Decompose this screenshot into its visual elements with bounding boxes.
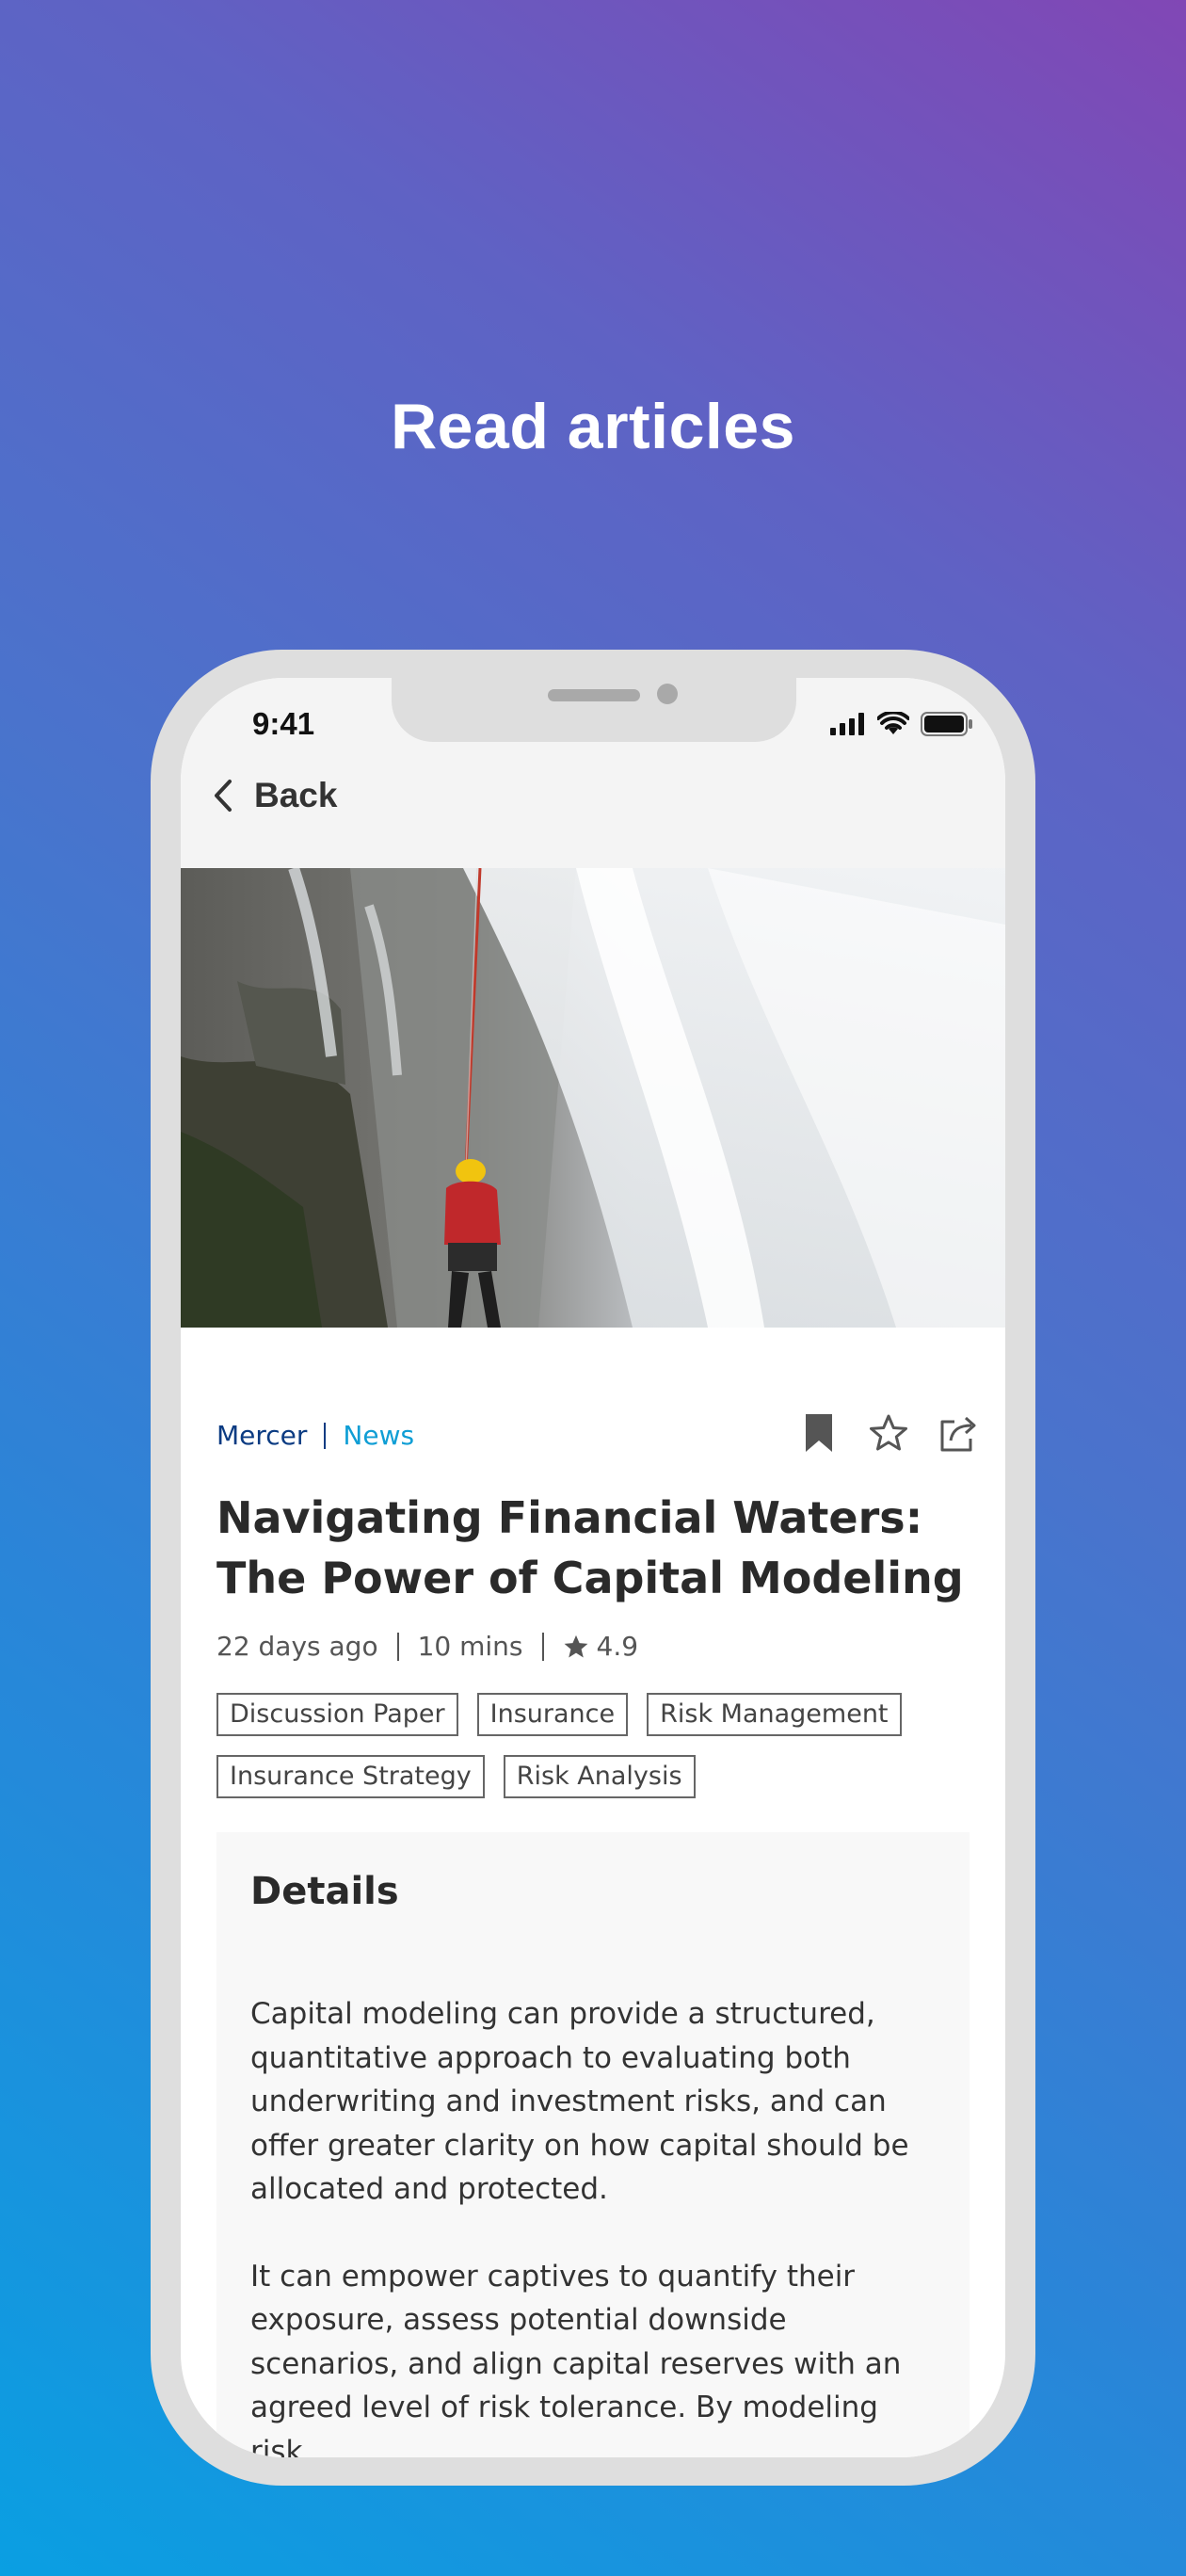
- details-paragraph: It can empower captives to quantify thei…: [250, 2259, 902, 2458]
- article-source: Mercer News: [216, 1420, 414, 1451]
- tag-chip[interactable]: Insurance Strategy: [216, 1755, 485, 1798]
- details-section: Details Capital modeling can provide a s…: [216, 1832, 970, 2457]
- phone-notch: [392, 678, 796, 742]
- front-camera: [657, 684, 678, 704]
- status-time: 9:41: [252, 706, 315, 741]
- article-category[interactable]: News: [343, 1420, 414, 1451]
- speaker: [548, 689, 640, 701]
- phone-frame: 9:41 Back Mercer News Navigating Financi…: [151, 650, 1035, 2486]
- share-button[interactable]: [938, 1412, 979, 1454]
- share-icon: [940, 1416, 976, 1452]
- phone-screen: 9:41 Back Mercer News Navigating Financi…: [181, 678, 1005, 2457]
- favorite-button[interactable]: [868, 1412, 909, 1454]
- bookmark-icon: [806, 1414, 832, 1452]
- info-divider: [396, 1632, 399, 1661]
- article-hero-image: [181, 868, 1005, 1328]
- article-info-row: 22 days ago 10 mins 4.9: [216, 1631, 638, 1662]
- article-read-time: 10 mins: [417, 1631, 523, 1662]
- tag-chip[interactable]: Risk Analysis: [503, 1755, 696, 1798]
- bookmark-button[interactable]: [798, 1412, 840, 1454]
- tag-chip[interactable]: Risk Management: [647, 1693, 902, 1736]
- tag-chip[interactable]: Insurance: [476, 1693, 629, 1736]
- back-button[interactable]: Back: [213, 776, 337, 815]
- source-divider: [324, 1422, 327, 1449]
- article-age: 22 days ago: [216, 1631, 378, 1662]
- wifi-icon: [877, 712, 909, 734]
- source-name[interactable]: Mercer: [216, 1420, 307, 1451]
- status-icons: [830, 712, 973, 736]
- battery-icon: [921, 712, 972, 736]
- details-heading: Details: [250, 1870, 399, 1913]
- article-meta-row: Mercer News: [216, 1412, 979, 1459]
- promo-headline: Read articles: [391, 391, 795, 462]
- status-and-nav-area: 9:41 Back: [181, 678, 1005, 868]
- article-rating: 4.9: [596, 1631, 639, 1662]
- chevron-left-icon: [215, 780, 232, 812]
- star-filled-icon: [564, 1634, 587, 1657]
- star-outline-icon: [870, 1414, 907, 1451]
- info-divider: [541, 1632, 544, 1661]
- details-paragraph: Capital modeling can provide a structure…: [250, 1997, 909, 2206]
- tag-list: Discussion Paper Insurance Risk Manageme…: [216, 1693, 979, 1798]
- article-actions: [798, 1412, 979, 1454]
- back-label: Back: [254, 776, 338, 814]
- tag-chip[interactable]: Discussion Paper: [216, 1693, 458, 1736]
- cellular-signal-icon: [830, 713, 864, 735]
- article-title: Navigating Financial Waters: The Power o…: [216, 1492, 964, 1603]
